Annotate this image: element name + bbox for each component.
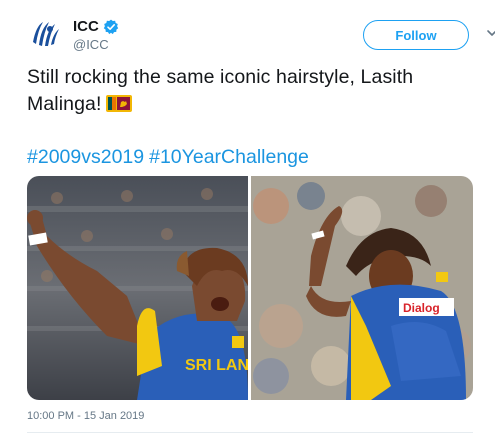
verified-badge-icon — [103, 19, 119, 34]
tweet-body: Still rocking the same iconic hairstyle,… — [27, 66, 414, 115]
jersey-text-right: Dialog — [403, 301, 440, 315]
photo-2019[interactable]: Dialog — [251, 176, 473, 400]
hashtag-2009vs2019[interactable]: #2009vs2019 — [27, 146, 144, 168]
sri-lanka-flag-icon — [105, 95, 132, 112]
name-row: ICC — [73, 18, 119, 35]
icc-logo-icon[interactable] — [27, 16, 63, 52]
hashtag-10yearchallenge[interactable]: #10YearChallenge — [149, 146, 309, 168]
tweet-timestamp[interactable]: 10:00 PM - 15 Jan 2019 — [27, 410, 144, 422]
tweet-header: ICC @ICC Follow — [27, 16, 495, 56]
display-name[interactable]: ICC — [73, 18, 99, 35]
user-handle[interactable]: @ICC — [73, 37, 109, 52]
follow-button[interactable]: Follow — [363, 20, 469, 50]
media-grid: SRI LANK Dialog — [27, 176, 473, 400]
photo-2009[interactable]: SRI LANK — [27, 176, 248, 400]
chevron-down-icon[interactable] — [485, 26, 495, 40]
divider — [27, 432, 473, 433]
tweet-text: Still rocking the same iconic hairstyle,… — [27, 64, 477, 118]
hashtag-row: #2009vs2019 #10YearChallenge — [27, 144, 314, 171]
jersey-text-left: SRI LANK — [185, 357, 248, 374]
